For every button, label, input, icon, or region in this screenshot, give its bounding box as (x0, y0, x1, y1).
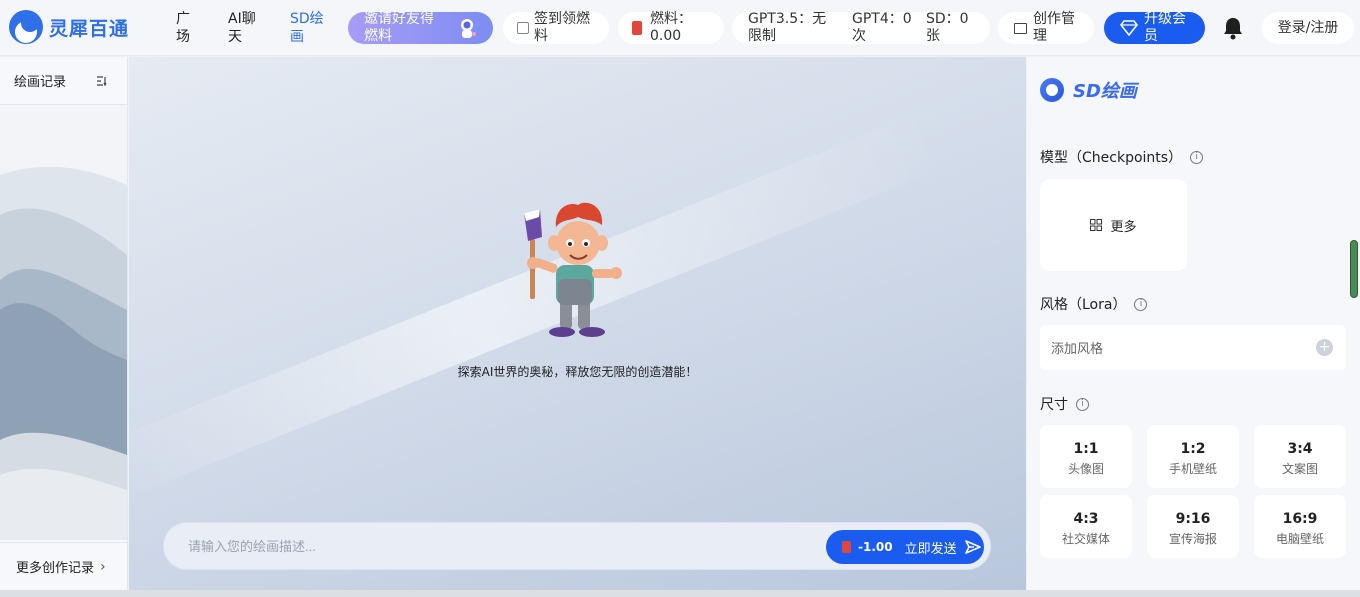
upgrade-label: 升级会员 (1144, 11, 1186, 44)
bell-icon[interactable] (1222, 16, 1244, 40)
prompt-input[interactable] (188, 536, 788, 556)
grid-icon (1090, 219, 1103, 231)
filter-icon[interactable] (96, 75, 108, 87)
sidebar-header: 绘画记录 (0, 57, 127, 105)
signin-label: 签到领燃料 (534, 11, 590, 44)
send-cost: -1.00 (858, 540, 893, 554)
ratio-desc: 宣传海报 (1168, 532, 1217, 546)
prompt-bar: -1.00 立即发送 (163, 522, 991, 570)
invite-button[interactable]: 邀请好友得燃料 (348, 11, 493, 44)
signin-button[interactable]: 签到领燃料 (503, 11, 609, 44)
invite-label: 邀请好友得燃料 (364, 11, 434, 44)
ratio-value: 1:2 (1180, 441, 1206, 457)
history-sidebar: 绘画记录 更多创作记录 › (0, 57, 128, 590)
panel-scrollbar[interactable] (1350, 240, 1358, 298)
ratio-value: 1:1 (1073, 441, 1099, 457)
painter-mascot-illustration (524, 202, 622, 337)
fuel-label: 燃料：0.00 (650, 11, 692, 44)
send-button[interactable]: -1.00 立即发送 (826, 530, 984, 564)
panel-title: SD绘画 (1040, 77, 1137, 103)
ratio-value: 3:4 (1287, 441, 1313, 457)
horizontal-scrollbar-track (0, 590, 1360, 597)
drawing-canvas: 探索AI世界的奥秘，释放您无限的创造潜能！ -1.00 立即发送 (129, 57, 1026, 590)
info-icon[interactable]: i (1190, 150, 1204, 164)
ratio-option[interactable]: 16:9 电脑壁纸 (1254, 495, 1346, 558)
panel-title-text: SD绘画 (1073, 81, 1137, 102)
ratio-value: 16:9 (1282, 511, 1318, 527)
more-records-link[interactable]: 更多创作记录 › (0, 542, 127, 590)
upgrade-button[interactable]: 升级会员 (1104, 11, 1205, 44)
ratio-desc: 社交媒体 (1061, 532, 1110, 546)
style-label: 风格（Lora） (1040, 297, 1127, 313)
model-more-button[interactable]: 更多 (1040, 179, 1187, 271)
fuel-balance: 燃料：0.00 (618, 11, 724, 44)
ratio-option[interactable]: 9:16 宣传海报 (1147, 495, 1239, 558)
ratio-desc: 头像图 (1067, 462, 1104, 476)
logo-icon (9, 10, 43, 44)
size-label: 尺寸 (1040, 397, 1068, 413)
send-label: 立即发送 (904, 541, 957, 557)
nav-ai-chat[interactable]: AI聊天 (228, 10, 262, 46)
plus-icon[interactable]: + (1316, 339, 1333, 356)
info-icon[interactable]: i (1076, 397, 1089, 411)
ratio-desc: 电脑壁纸 (1275, 532, 1324, 546)
ratio-option[interactable]: 4:3 社交媒体 (1040, 495, 1132, 558)
ratio-value: 9:16 (1175, 511, 1211, 527)
ratio-option[interactable]: 3:4 文案图 (1254, 425, 1346, 488)
more-records-label: 更多创作记录 (16, 561, 95, 576)
add-style-field[interactable]: 添加风格 + (1040, 325, 1346, 370)
send-arrow-icon (964, 540, 981, 554)
ratio-desc: 手机壁纸 (1168, 462, 1217, 476)
diamond-icon (1120, 20, 1138, 36)
model-more-label: 更多 (1110, 219, 1137, 235)
ratio-option[interactable]: 1:1 头像图 (1040, 425, 1132, 488)
login-register-button[interactable]: 登录/注册 (1262, 12, 1354, 44)
nav-plaza[interactable]: 广场 (176, 10, 196, 46)
tagline-text: 探索AI世界的奥秘，释放您无限的创造潜能！ (457, 365, 698, 379)
quota-gpt35: GPT3.5：无限制 (748, 11, 827, 44)
ratio-desc: 文案图 (1281, 462, 1318, 476)
model-section-label: 模型（Checkpoints） i (1040, 147, 1204, 167)
style-placeholder: 添加风格 (1051, 342, 1104, 357)
fuel-can-icon (842, 541, 851, 553)
palette-icon (1040, 78, 1064, 102)
manage-label: 创作管理 (1033, 11, 1075, 44)
creation-manage-button[interactable]: 创作管理 (998, 11, 1094, 44)
app-logo[interactable]: 灵犀百通 (9, 10, 129, 44)
ratio-value: 4:3 (1073, 511, 1099, 527)
style-section-label: 风格（Lora） i (1040, 294, 1148, 314)
astronaut-icon (461, 19, 476, 38)
chevron-right-icon: › (100, 558, 106, 575)
quota-info: GPT3.5：无限制 GPT4：0次 SD：0张 (732, 11, 990, 44)
model-label: 模型（Checkpoints） (1040, 150, 1183, 166)
info-icon[interactable]: i (1134, 297, 1148, 311)
settings-panel: SD绘画 模型（Checkpoints） i 更多 风格（Lora） i 添加风… (1027, 57, 1360, 590)
fuel-can-icon (632, 21, 642, 35)
calendar-icon (517, 22, 529, 34)
quota-gpt4: GPT4：0次 (852, 11, 912, 44)
app-name: 灵犀百通 (49, 17, 130, 40)
nav-sd-painting[interactable]: SD绘画 (290, 10, 326, 46)
size-section-label: 尺寸 i (1040, 394, 1089, 414)
landscape-illustration (0, 105, 127, 540)
folder-icon (1014, 22, 1027, 34)
quota-sd: SD：0张 (926, 11, 969, 44)
sidebar-title: 绘画记录 (14, 75, 67, 90)
top-bar: 灵犀百通 广场 AI聊天 SD绘画 邀请好友得燃料 签到领燃料 燃料：0.00 … (0, 0, 1360, 56)
ratio-option[interactable]: 1:2 手机壁纸 (1147, 425, 1239, 488)
